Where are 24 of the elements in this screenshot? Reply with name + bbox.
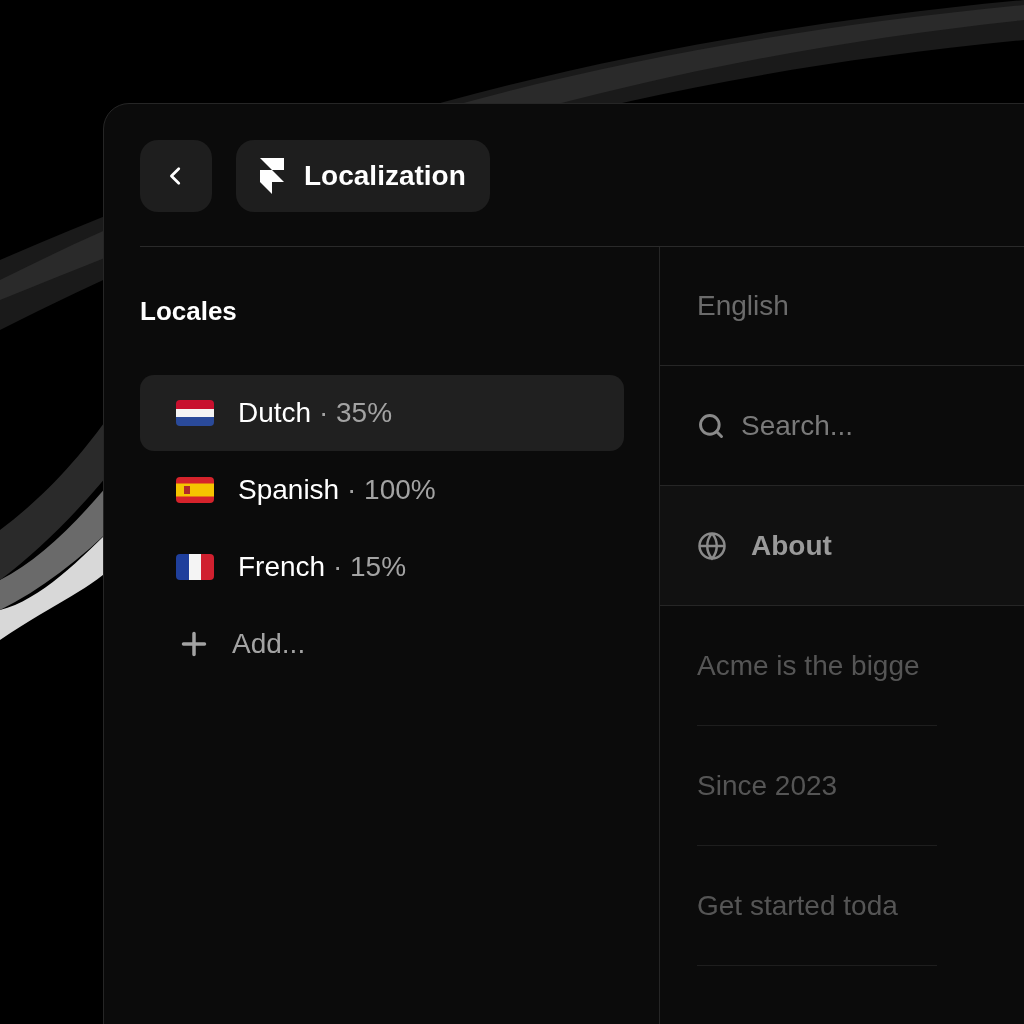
add-locale-button[interactable]: Add... bbox=[140, 606, 624, 682]
flag-icon bbox=[176, 477, 214, 503]
locale-label: Dutch · 35% bbox=[238, 396, 393, 430]
search-icon bbox=[697, 411, 725, 440]
entry-text: Since 2023 bbox=[697, 768, 838, 803]
logo-icon bbox=[260, 158, 284, 194]
plugin-title: Localization bbox=[304, 159, 466, 193]
flag-icon bbox=[176, 400, 214, 426]
language-label: English bbox=[697, 289, 789, 323]
section-title: About bbox=[751, 528, 832, 563]
globe-icon bbox=[697, 530, 727, 561]
locale-label: Spanish · 100% bbox=[238, 473, 436, 507]
plus-icon bbox=[180, 630, 208, 658]
entry-text: Get started toda bbox=[697, 888, 898, 923]
search-field[interactable]: Search... bbox=[741, 404, 961, 447]
back-button[interactable] bbox=[140, 140, 212, 212]
flag-icon bbox=[176, 554, 214, 580]
entry-text: Acme is the bigge bbox=[697, 648, 920, 683]
section-row[interactable]: About bbox=[660, 486, 1024, 606]
locales-heading: Locales bbox=[140, 295, 238, 328]
locale-item[interactable]: Dutch · 35% bbox=[140, 375, 624, 451]
locale-label: French · 15% bbox=[238, 550, 407, 584]
locale-item[interactable]: Spanish · 100% bbox=[140, 452, 624, 528]
locale-item[interactable]: French · 15% bbox=[140, 529, 624, 605]
